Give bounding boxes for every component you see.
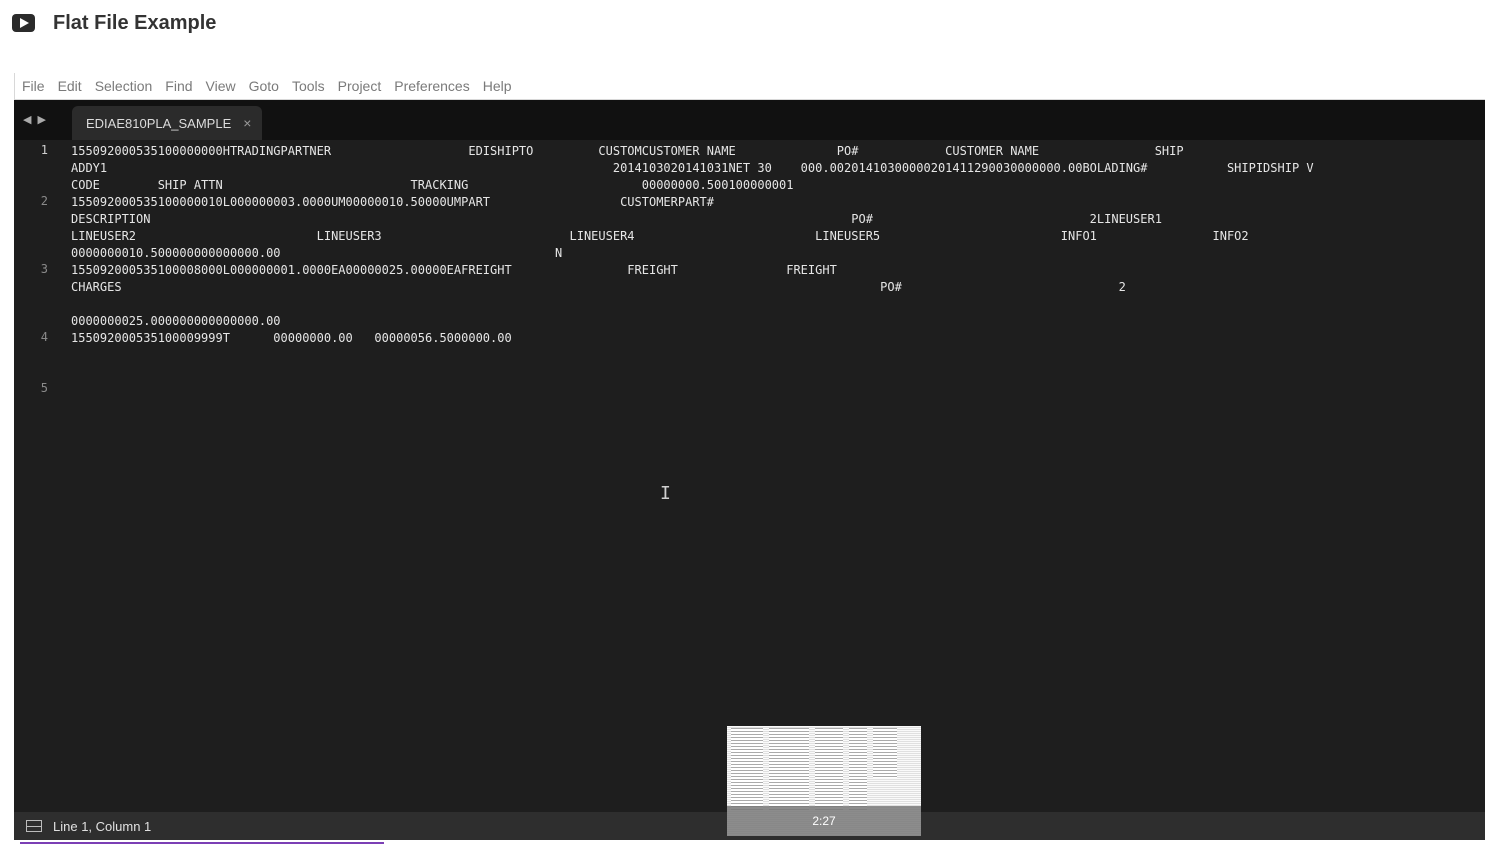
code-line: ADDY1 2014103020141031NET 30 000.0020141… [71,161,1314,175]
thumbnail-time-bar: 2:27 [727,806,921,836]
page-title: Flat File Example [53,11,217,34]
line-number: 2 [40,194,48,208]
menu-find[interactable]: Find [165,78,192,94]
link-underline[interactable] [20,838,384,844]
code-line: LINEUSER2 LINEUSER3 LINEUSER4 LINEUSER5 … [71,229,1249,243]
line-number: 3 [40,262,48,276]
code-line: 155092000535100009999T 00000000.00 00000… [71,331,512,345]
tab-navigation: ◀ ▶ [23,113,46,127]
tab-bar: ◀ ▶ EDIAE810PLA_SAMPLE × [14,100,1485,140]
tab-label: EDIAE810PLA_SAMPLE [86,115,232,131]
video-play-icon [12,14,35,32]
code-area[interactable]: 155092000535100000000HTRADINGPARTNER EDI… [71,140,1485,812]
line-number: 4 [40,330,48,344]
video-thumbnail-preview[interactable]: 2:27 [727,726,921,836]
code-line: 155092000535100000000HTRADINGPARTNER EDI… [71,144,1365,158]
close-icon[interactable]: × [243,115,251,131]
code-line: 0000000010.500000000000000.00 N [71,246,563,260]
line-number: 1 [40,143,48,157]
triangle-right-icon[interactable]: ▶ [37,113,45,127]
menu-edit[interactable]: Edit [58,78,82,94]
menu-help[interactable]: Help [483,78,512,94]
code-line: CHARGES PO# 2 [71,280,1126,294]
tab-ediae810pla-sample[interactable]: EDIAE810PLA_SAMPLE × [72,106,262,140]
code-line: CODE SHIP ATTN TRACKING 00000000.5001000… [71,178,794,192]
thumbnail-text-block [849,728,867,810]
menu-project[interactable]: Project [338,78,382,94]
thumbnail-text-block [815,728,843,810]
menu-bar: File Edit Selection Find View Goto Tools… [14,73,1485,100]
panel-toggle-icon[interactable] [26,820,42,832]
video-timestamp: 2:27 [812,814,836,828]
line-number-gutter: 1 2 3 4 5 [14,140,66,812]
menu-selection[interactable]: Selection [95,78,153,94]
menu-preferences[interactable]: Preferences [394,78,469,94]
thumbnail-text-block [731,728,763,810]
thumbnail-text-block [873,728,897,778]
code-line: 155092000535100008000L000000001.0000EA00… [71,263,837,277]
code-line: DESCRIPTION PO# 2LINEUSER1 [71,212,1162,226]
menu-goto[interactable]: Goto [249,78,279,94]
page-header: Flat File Example [12,8,216,38]
code-line: 155092000535100000010L000000003.0000UM00… [71,195,714,209]
menu-file[interactable]: File [22,78,45,94]
text-cursor-icon: I [660,483,671,504]
triangle-left-icon[interactable]: ◀ [23,113,31,127]
menu-tools[interactable]: Tools [292,78,325,94]
code-line: 0000000025.000000000000000.00 [71,314,281,328]
menu-view[interactable]: View [206,78,236,94]
line-number: 5 [40,381,48,395]
cursor-position: Line 1, Column 1 [53,818,152,834]
text-editor-window: File Edit Selection Find View Goto Tools… [14,73,1485,840]
thumbnail-text-block [769,728,809,810]
